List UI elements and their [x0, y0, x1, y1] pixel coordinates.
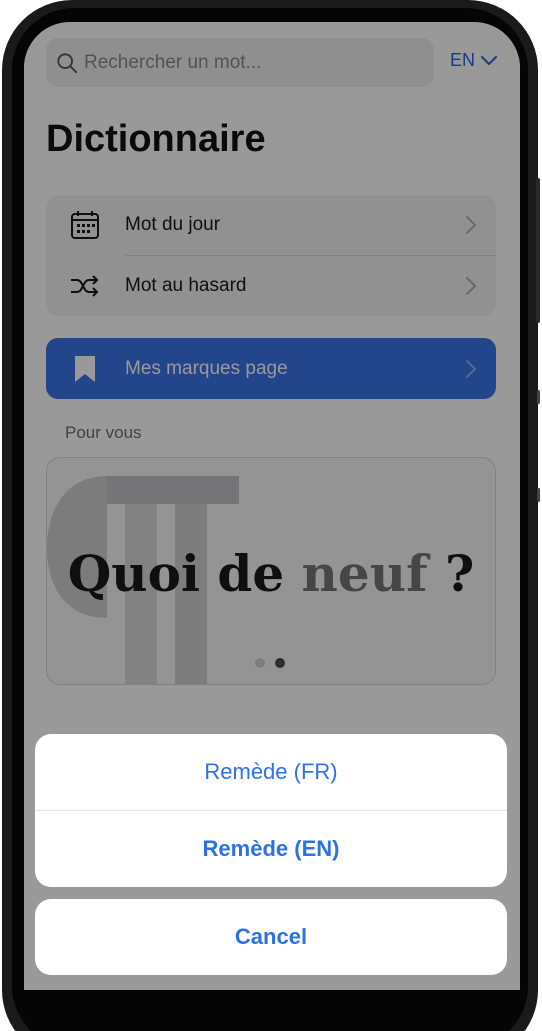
screen: Rechercher un mot... EN Dictionnaire Mot…	[24, 22, 520, 990]
action-sheet-options: Remède (FR) Remède (EN)	[35, 734, 507, 887]
side-sensor-top	[537, 390, 540, 404]
cancel-button[interactable]: Cancel	[35, 899, 507, 975]
power-button	[536, 178, 540, 323]
option-remede-en[interactable]: Remède (EN)	[35, 811, 507, 887]
side-sensor-bottom	[537, 488, 540, 502]
option-remede-fr[interactable]: Remède (FR)	[35, 734, 507, 810]
